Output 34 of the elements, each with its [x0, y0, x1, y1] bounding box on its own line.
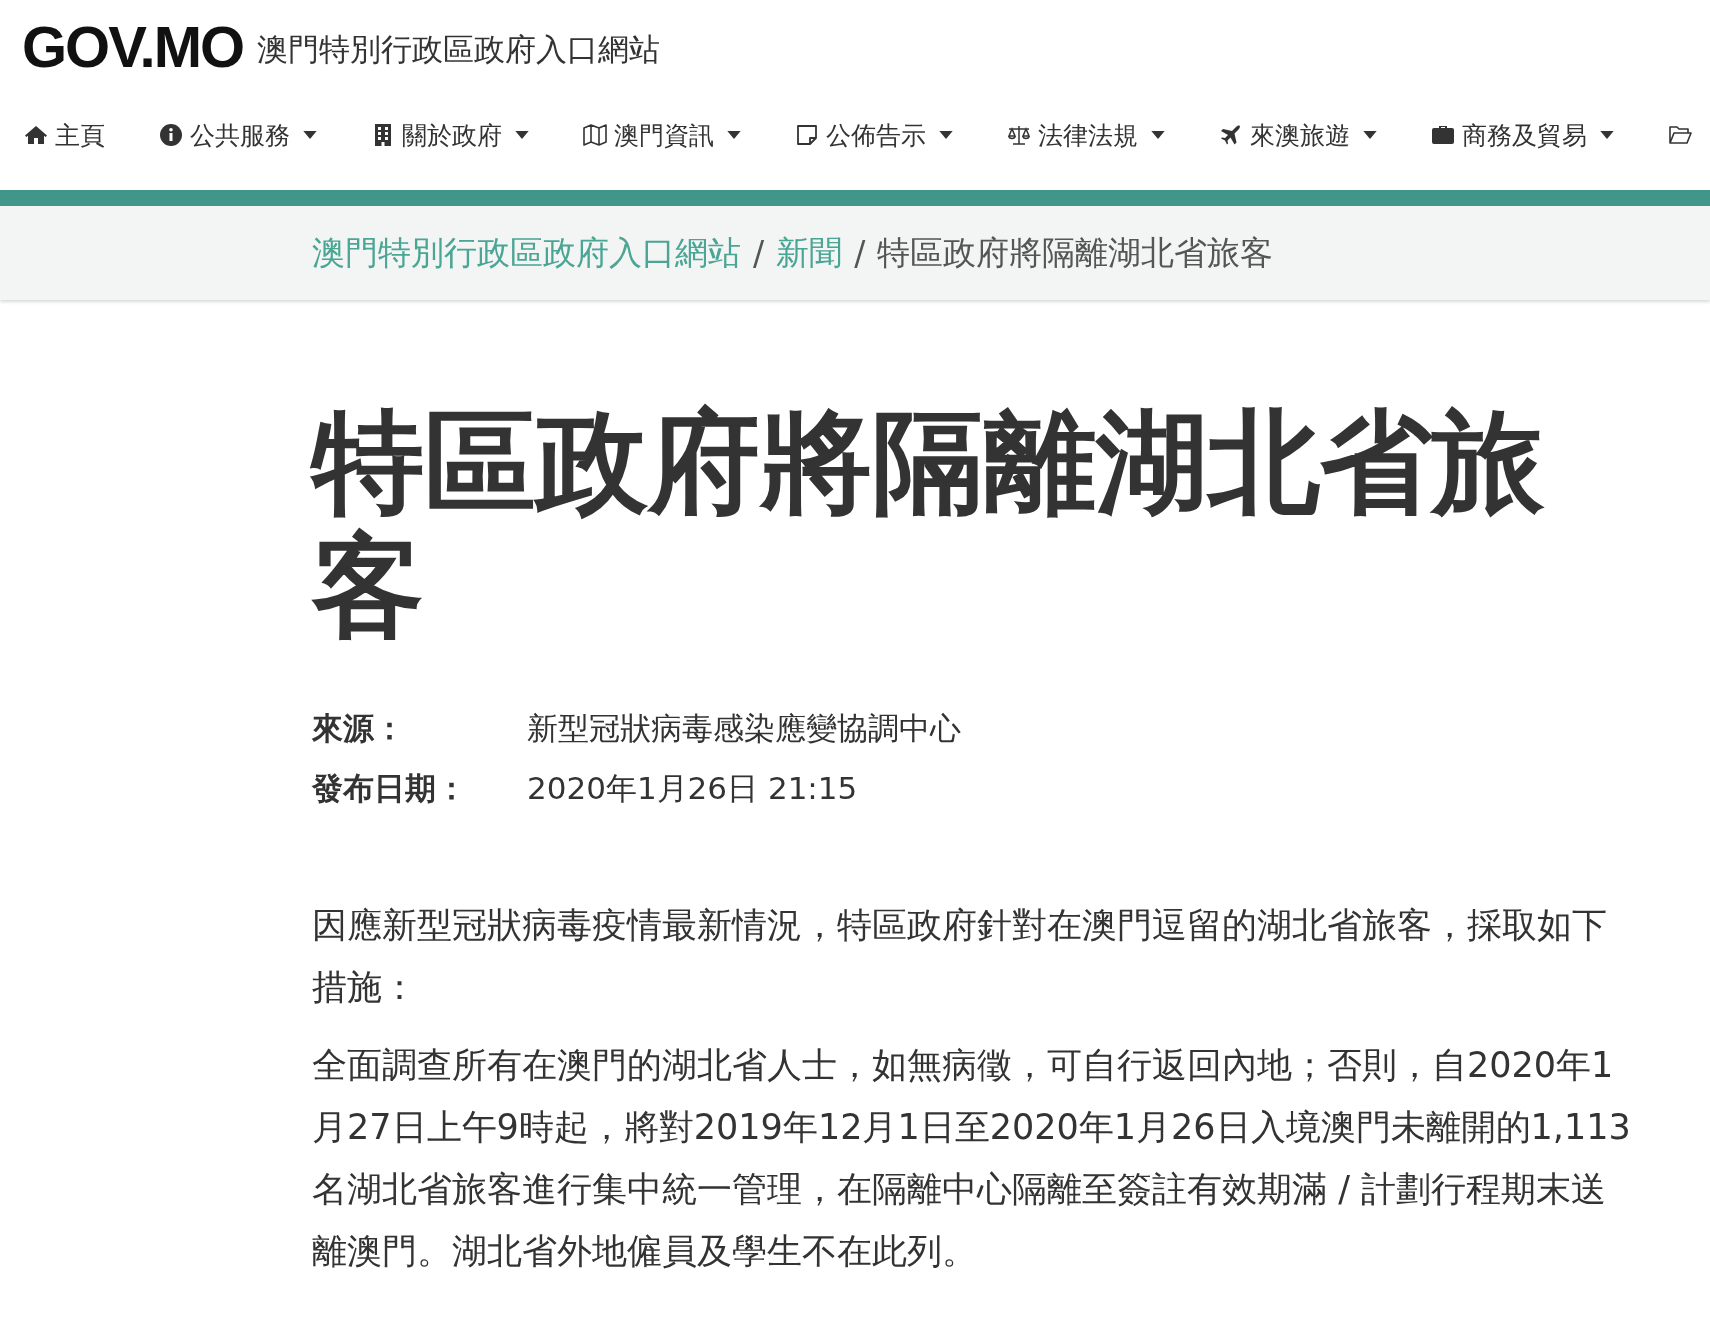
nav-menu-item[interactable]: 公佈告示	[795, 118, 953, 152]
meta-label: 發布日期：	[312, 769, 468, 808]
article-paragraph: 因應新型冠狀病毒疫情最新情況，特區政府針對在澳門逗留的湖北省旅客，採取如下措施：	[312, 904, 1608, 1009]
site-logo[interactable]: GOV.MO	[22, 12, 244, 80]
breadcrumb-current: 特區政府將隔離湖北省旅客	[877, 231, 1274, 274]
balance-scale-icon	[1007, 123, 1031, 147]
caret-icon	[1151, 131, 1165, 139]
caret-icon	[1600, 131, 1614, 139]
briefcase-icon	[1431, 123, 1455, 147]
info-icon	[159, 123, 183, 147]
article-title: 特區政府將隔離湖北省旅客	[312, 400, 1546, 648]
nav-menu-item[interactable]: 公共服務	[159, 118, 317, 152]
plane-icon	[1219, 123, 1243, 147]
meta-value: 新型冠狀病毒感染應變協調中心	[527, 709, 961, 748]
nav-menu-item[interactable]: 澳門資訊	[583, 118, 741, 152]
article-paragraph: 全面調查所有在澳門的湖北省人士，如無病徵，可自行返回內地；否則，自2020年1月27日上午9時起，將對2019年12月1日至2020年1月26日入境澳門未離開的1,113名湖北省旅客進行集中統一管理，在隔離中心隔離至簽註有效期滿 / 計劃行程期末送離澳門。湖北省外地僱員及學生不在此列。	[312, 1044, 1632, 1273]
nav-menu-item[interactable]: 來澳旅遊	[1219, 118, 1377, 152]
site-title: 澳門特別行政區政府入口網站	[257, 30, 661, 69]
breadcrumb-separator: /	[854, 233, 866, 273]
caret-icon	[727, 131, 741, 139]
caret-icon	[515, 131, 529, 139]
nav-menu-item[interactable]: 法律法規	[1007, 118, 1165, 152]
note-icon	[795, 123, 819, 147]
home-icon	[24, 123, 48, 147]
meta-value: 2020年1月26日 21:15	[527, 769, 858, 808]
caret-icon	[303, 131, 317, 139]
nav-menu-item[interactable]: 商務及貿易	[1431, 118, 1614, 152]
caret-icon	[1363, 131, 1377, 139]
nav-menu-item[interactable]: 關於政府	[371, 118, 529, 152]
meta-label: 來源：	[312, 709, 406, 748]
caret-icon	[939, 131, 953, 139]
breadcrumb-separator: /	[753, 233, 765, 273]
map-icon	[583, 123, 607, 147]
nav-menu-item[interactable]: 主頁	[24, 118, 105, 152]
